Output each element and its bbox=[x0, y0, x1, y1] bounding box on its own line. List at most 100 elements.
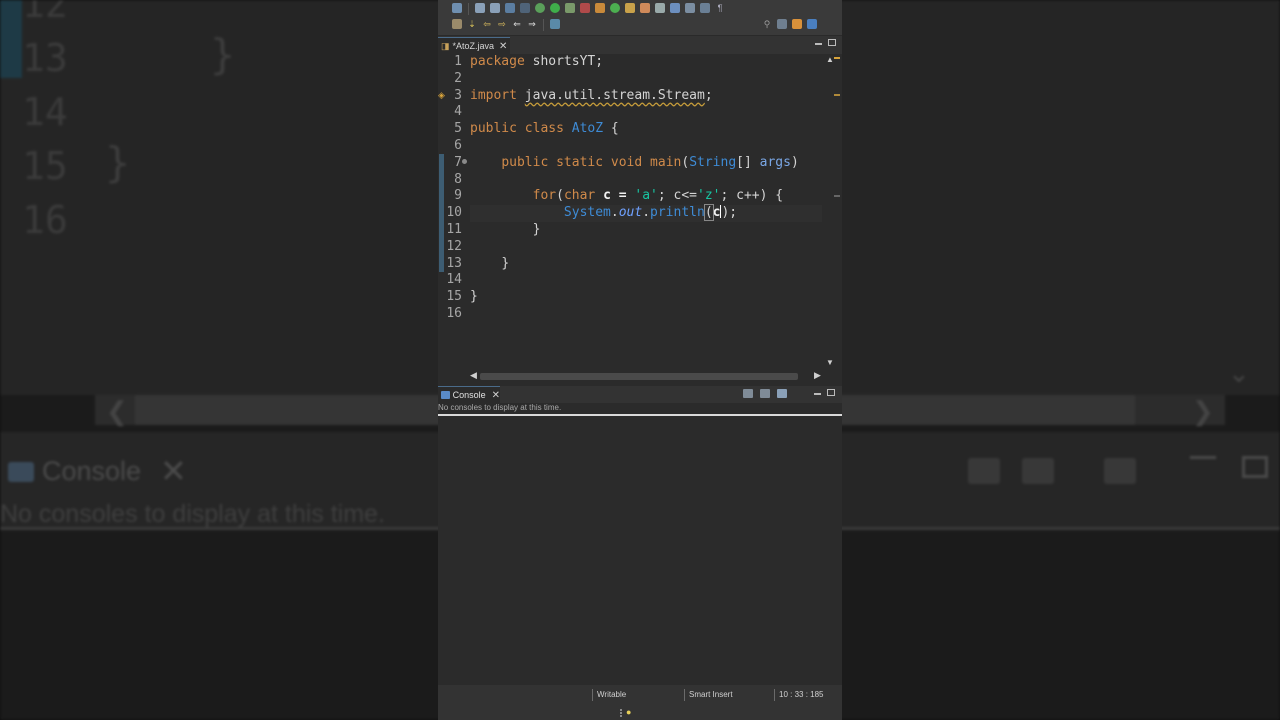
background-console-tab: Console bbox=[8, 456, 141, 487]
overview-mark[interactable] bbox=[834, 195, 840, 197]
run-icon[interactable] bbox=[550, 3, 560, 13]
terminal-icon[interactable] bbox=[505, 3, 515, 13]
method-name: println bbox=[650, 205, 705, 221]
line-number: 3 bbox=[454, 87, 462, 103]
code-editor[interactable]: ◈ 1 2 3 4 5 6 7 8 9 10 11 12 13 14 15 16… bbox=[438, 54, 842, 370]
toggle-block-icon[interactable] bbox=[700, 3, 710, 13]
display-console-icon[interactable] bbox=[760, 389, 770, 398]
scroll-up-icon[interactable]: ▲ bbox=[826, 55, 834, 64]
keyword: char bbox=[563, 188, 596, 204]
toolbar-separator bbox=[468, 3, 469, 15]
status-writable: Writable bbox=[592, 689, 626, 701]
change-bar bbox=[439, 154, 444, 272]
coverage-icon[interactable] bbox=[565, 3, 575, 13]
toolbar-separator bbox=[543, 19, 544, 31]
line-number: 8 bbox=[454, 171, 462, 187]
ide-window: ¶ ⇣ ⇦ ⇨ ⇐ ⇒ ⚲ ◨ *AtoZ.java ✕ ◈ 1 2 3 4 5… bbox=[438, 0, 842, 720]
horizontal-scrollbar[interactable]: ◀ ▶ bbox=[438, 370, 842, 383]
pin-icon[interactable] bbox=[452, 19, 462, 29]
minimize-icon[interactable] bbox=[815, 43, 822, 45]
background-arrow-right-icon: ❯ bbox=[1192, 396, 1214, 426]
overview-mark[interactable] bbox=[834, 94, 840, 96]
save-all-icon[interactable] bbox=[490, 3, 500, 13]
toggle-mark-icon[interactable] bbox=[670, 3, 680, 13]
background-brace: } bbox=[210, 30, 236, 79]
variable: c bbox=[712, 205, 721, 221]
pin-console-icon[interactable] bbox=[743, 389, 753, 398]
new-java-project-icon[interactable] bbox=[595, 3, 605, 13]
scroll-left-icon[interactable]: ◀ bbox=[470, 370, 477, 381]
tab-console[interactable]: Console ✕ bbox=[438, 386, 500, 403]
console-tabbar: Console ✕ bbox=[438, 386, 842, 403]
lightbulb-icon[interactable]: ● bbox=[626, 707, 631, 717]
nav-forward-icon[interactable]: ⇒ bbox=[527, 19, 537, 29]
new-file-icon[interactable] bbox=[452, 3, 462, 13]
line-number: 7 bbox=[454, 154, 462, 170]
code-text: ( bbox=[703, 204, 714, 222]
fold-toggle-icon[interactable] bbox=[462, 159, 467, 164]
code-text: ; c++) { bbox=[720, 188, 784, 204]
debug-icon[interactable] bbox=[535, 3, 545, 13]
warning-icon[interactable]: ◈ bbox=[438, 90, 445, 101]
search-tool-icon[interactable] bbox=[640, 3, 650, 13]
code-text: ; bbox=[704, 87, 713, 103]
overview-warning-mark[interactable] bbox=[834, 57, 840, 59]
toolbar-row-1: ¶ bbox=[452, 3, 725, 17]
annotation-icon[interactable] bbox=[655, 3, 665, 13]
refresh-icon[interactable] bbox=[610, 3, 620, 13]
code-text: ); bbox=[721, 205, 738, 221]
scroll-down-icon[interactable]: ▼ bbox=[826, 358, 834, 367]
line-number: 16 bbox=[446, 305, 462, 321]
pilcrow-icon[interactable]: ¶ bbox=[715, 3, 725, 13]
toggle-breadcrumb-icon[interactable] bbox=[685, 3, 695, 13]
status-cursor-position: 10 : 33 : 185 bbox=[774, 689, 823, 701]
background-tool-icon bbox=[1104, 458, 1136, 484]
terminal-view-icon[interactable] bbox=[550, 19, 560, 29]
forward-icon[interactable]: ⇨ bbox=[497, 19, 507, 29]
scrollbar-thumb[interactable] bbox=[480, 373, 798, 380]
open-console-icon[interactable] bbox=[777, 389, 787, 398]
search-icon[interactable]: ⚲ bbox=[762, 19, 772, 29]
line-number: 2 bbox=[454, 70, 462, 86]
overview-ruler[interactable] bbox=[822, 54, 842, 370]
code-text: } bbox=[501, 255, 510, 271]
keyword: package bbox=[470, 54, 525, 69]
code-text: ( bbox=[556, 188, 564, 204]
scroll-right-icon[interactable]: ▶ bbox=[814, 370, 821, 381]
background-arrow-left-icon: ❮ bbox=[106, 396, 128, 426]
close-icon[interactable]: ✕ bbox=[492, 390, 500, 401]
tab-label: Console bbox=[452, 390, 486, 400]
console-view[interactable]: No consoles to display at this time. bbox=[438, 403, 842, 685]
perspective-icon[interactable] bbox=[777, 19, 787, 29]
console-window-controls bbox=[814, 389, 835, 396]
minimize-icon[interactable] bbox=[814, 393, 821, 395]
code-line-15: } bbox=[470, 289, 822, 306]
import-path: java.util.stream.Stream bbox=[524, 87, 705, 103]
skip-breakpoints-icon[interactable] bbox=[520, 3, 530, 13]
char-literal: 'z' bbox=[697, 188, 721, 204]
line-number: 10 bbox=[446, 205, 462, 221]
background-console-message: No consoles to display at this time. bbox=[0, 500, 385, 528]
close-icon[interactable]: ✕ bbox=[499, 41, 507, 52]
line-number: 14 bbox=[446, 272, 462, 288]
code-line-13: } bbox=[470, 256, 822, 273]
background-line-number: 12 bbox=[22, 0, 68, 26]
next-annotation-icon[interactable]: ⇣ bbox=[467, 19, 477, 29]
maximize-icon[interactable] bbox=[828, 39, 836, 46]
save-icon[interactable] bbox=[475, 3, 485, 13]
line-numbers: 1 2 3 4 5 6 7 8 9 10 11 12 13 14 15 16 bbox=[446, 54, 462, 323]
maximize-icon[interactable] bbox=[827, 389, 835, 396]
debug-perspective-icon[interactable] bbox=[807, 19, 817, 29]
code-text: } bbox=[532, 221, 541, 237]
java-perspective-icon[interactable] bbox=[792, 19, 802, 29]
open-type-icon[interactable] bbox=[625, 3, 635, 13]
line-number: 9 bbox=[454, 188, 462, 204]
status-handle[interactable] bbox=[620, 709, 622, 717]
tab-atoz-java[interactable]: ◨ *AtoZ.java ✕ bbox=[438, 37, 510, 54]
back-icon[interactable]: ⇦ bbox=[482, 19, 492, 29]
console-icon bbox=[441, 391, 450, 399]
external-tools-icon[interactable] bbox=[580, 3, 590, 13]
nav-back-icon[interactable]: ⇐ bbox=[512, 19, 522, 29]
